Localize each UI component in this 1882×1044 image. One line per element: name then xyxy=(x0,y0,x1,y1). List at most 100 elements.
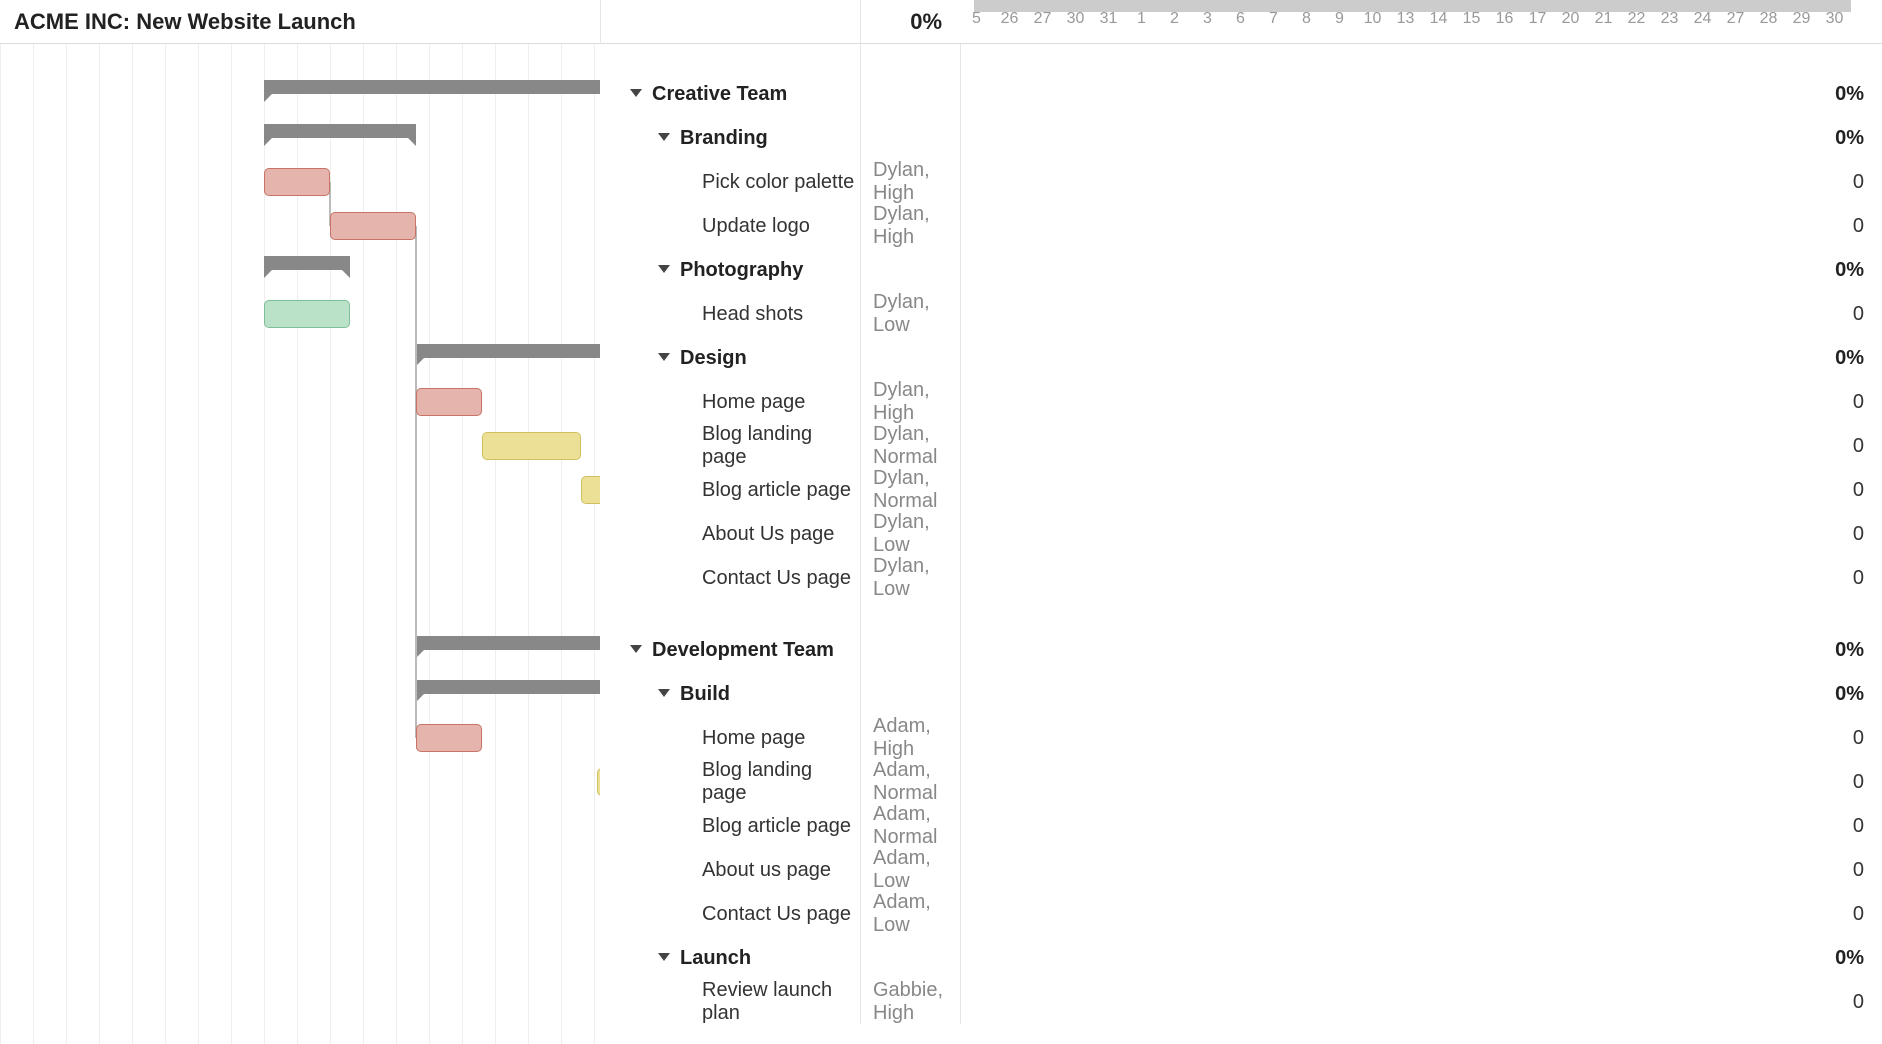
day-label: 7 xyxy=(1269,10,1278,28)
progress-cell: 0 xyxy=(960,204,1882,248)
row-label: Blog article page xyxy=(702,479,851,502)
group-row-2[interactable]: Branding xyxy=(600,116,860,160)
progress-cell: 0 xyxy=(960,556,1882,600)
day-label: 20 xyxy=(1562,10,1580,28)
gantt-bar[interactable] xyxy=(264,168,330,196)
chevron-down-icon[interactable] xyxy=(630,645,642,653)
task-row-12[interactable]: Contact Us page xyxy=(600,556,860,600)
summary-bar[interactable] xyxy=(264,256,350,270)
row-label: Photography xyxy=(680,259,803,282)
row-label: Review launch plan xyxy=(702,979,860,1025)
task-row-11[interactable]: About Us page xyxy=(600,512,860,556)
task-row-22[interactable]: Review launch plan xyxy=(600,980,860,1024)
group-row-5[interactable]: Photography xyxy=(600,248,860,292)
gantt-bar[interactable] xyxy=(264,300,350,328)
gantt-bar[interactable] xyxy=(330,212,416,240)
progress-cell: 0 xyxy=(960,468,1882,512)
day-label: 21 xyxy=(1595,10,1613,28)
summary-bar[interactable] xyxy=(416,680,600,694)
progress-cell: 0 xyxy=(960,380,1882,424)
row-label: Launch xyxy=(680,947,751,970)
chevron-down-icon[interactable] xyxy=(630,89,642,97)
progress-cell: 0% xyxy=(960,672,1882,716)
day-label: 8 xyxy=(1302,10,1311,28)
task-row-19[interactable]: About us page xyxy=(600,848,860,892)
chevron-down-icon[interactable] xyxy=(658,133,670,141)
assignee-cell: Adam, Normal xyxy=(860,760,960,804)
group-row-14[interactable]: Development Team xyxy=(600,628,860,672)
assignee-cell: Dylan, Normal xyxy=(860,424,960,468)
gantt-bar[interactable] xyxy=(416,724,482,752)
task-row-4[interactable]: Update logo xyxy=(600,204,860,248)
day-label: 31 xyxy=(1100,10,1118,28)
progress-cell: 0% xyxy=(960,936,1882,980)
chevron-down-icon[interactable] xyxy=(658,953,670,961)
assignee-cell: Dylan, Normal xyxy=(860,468,960,512)
day-label: 6 xyxy=(1236,10,1245,28)
chevron-down-icon[interactable] xyxy=(658,689,670,697)
day-label: 10 xyxy=(1364,10,1382,28)
task-row-18[interactable]: Blog article page xyxy=(600,804,860,848)
assignee-cell: Dylan, Low xyxy=(860,512,960,556)
chevron-down-icon[interactable] xyxy=(658,353,670,361)
gantt-bar[interactable] xyxy=(581,476,600,504)
row-label: Blog landing page xyxy=(702,423,860,469)
task-row-10[interactable]: Blog article page xyxy=(600,468,860,512)
day-label: 26 xyxy=(1001,10,1019,28)
group-row-1[interactable]: Creative Team xyxy=(600,72,860,116)
group-row-7[interactable]: Design xyxy=(600,336,860,380)
row-label: Contact Us page xyxy=(702,903,851,926)
task-row-17[interactable]: Blog landing page xyxy=(600,760,860,804)
dependency-line xyxy=(415,226,417,738)
task-row-8[interactable]: Home page xyxy=(600,380,860,424)
assignee-cell: Adam, Low xyxy=(860,892,960,936)
day-label: 17 xyxy=(1529,10,1547,28)
progress-cell: 0 xyxy=(960,980,1882,1024)
group-row-15[interactable]: Build xyxy=(600,672,860,716)
row-label: Head shots xyxy=(702,303,803,326)
task-row-9[interactable]: Blog landing page xyxy=(600,424,860,468)
day-label: 2 xyxy=(1170,10,1179,28)
task-row-3[interactable]: Pick color palette xyxy=(600,160,860,204)
day-label: 3 xyxy=(1203,10,1212,28)
progress-cell: 0% xyxy=(960,248,1882,292)
row-label: Contact Us page xyxy=(702,567,851,590)
progress-cell: 0 xyxy=(960,160,1882,204)
row-label: Branding xyxy=(680,127,768,150)
day-label: 24 xyxy=(1694,10,1712,28)
progress-cell: 0 xyxy=(960,292,1882,336)
day-label: 27 xyxy=(1727,10,1745,28)
task-row-6[interactable]: Head shots xyxy=(600,292,860,336)
progress-cell: 0 xyxy=(960,804,1882,848)
progress-cell: 0% xyxy=(960,336,1882,380)
row-label: Creative Team xyxy=(652,83,787,106)
gantt-chart-area[interactable] xyxy=(0,44,600,1044)
day-label: 23 xyxy=(1661,10,1679,28)
assignee-cell: Dylan, High xyxy=(860,380,960,424)
day-label: 29 xyxy=(1793,10,1811,28)
task-row-16[interactable]: Home page xyxy=(600,716,860,760)
summary-bar[interactable] xyxy=(416,636,600,650)
day-label: 27 xyxy=(1034,10,1052,28)
summary-bar[interactable] xyxy=(416,344,600,358)
chevron-down-icon[interactable] xyxy=(658,265,670,273)
gantt-bar[interactable] xyxy=(482,432,581,460)
summary-bar[interactable] xyxy=(264,80,600,94)
overall-progress: 0% xyxy=(860,0,960,44)
assignee-cell: Dylan, Low xyxy=(860,292,960,336)
day-label: 1 xyxy=(1137,10,1146,28)
summary-bar[interactable] xyxy=(264,124,416,138)
task-row-20[interactable]: Contact Us page xyxy=(600,892,860,936)
assignee-cell: Dylan, High xyxy=(860,160,960,204)
assignee-cell: Dylan, Low xyxy=(860,556,960,600)
row-label: Home page xyxy=(702,727,805,750)
day-label: 22 xyxy=(1628,10,1646,28)
gantt-bar[interactable] xyxy=(597,768,600,796)
day-label: 13 xyxy=(1397,10,1415,28)
assignee-cell: Dylan, High xyxy=(860,204,960,248)
day-label: 9 xyxy=(1335,10,1344,28)
progress-cell: 0 xyxy=(960,716,1882,760)
gantt-bar[interactable] xyxy=(416,388,482,416)
day-label: 30 xyxy=(1826,10,1844,28)
group-row-21[interactable]: Launch xyxy=(600,936,860,980)
